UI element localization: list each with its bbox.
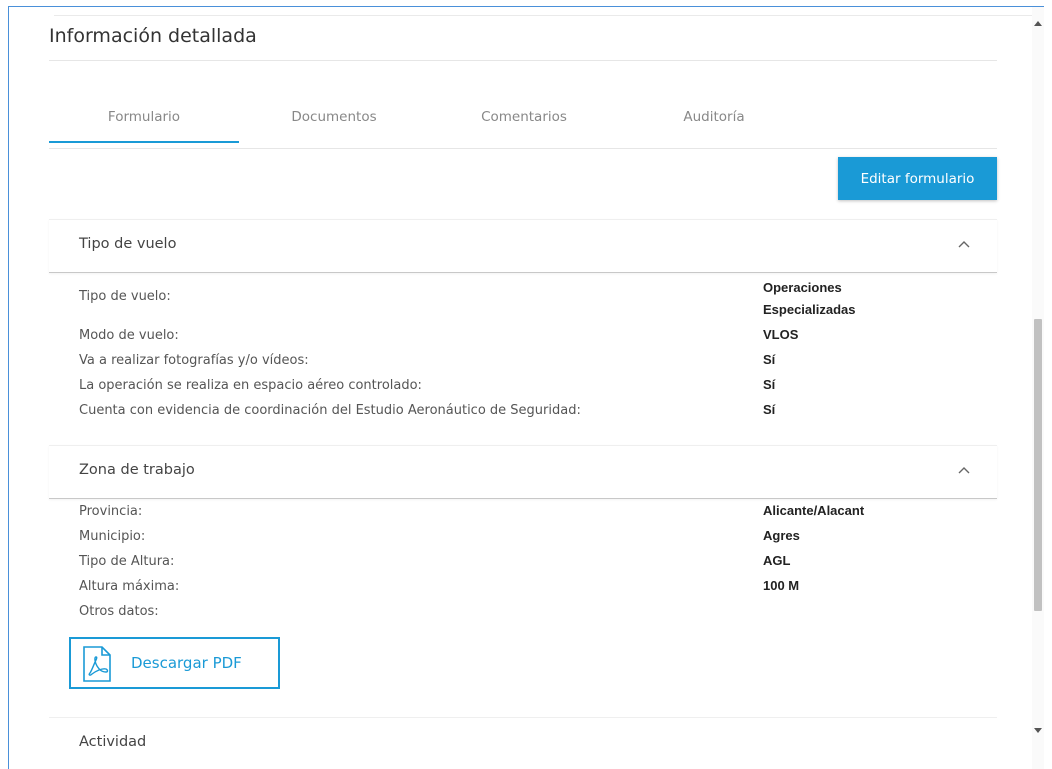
field-value: VLOS [763, 327, 799, 342]
field-value: Sí [763, 402, 776, 417]
scroll-up-icon[interactable] [1034, 21, 1042, 26]
section-title: Zona de trabajo [79, 462, 195, 478]
chevron-up-icon[interactable] [957, 464, 971, 478]
tab-comentarios[interactable]: Comentarios [429, 109, 619, 125]
field-value: Alicante/Alacant [763, 503, 865, 518]
edit-form-button[interactable]: Editar formulario [838, 157, 997, 200]
scroll-thumb[interactable] [1034, 319, 1042, 611]
field-value: 100 M [763, 578, 800, 593]
tab-auditoria[interactable]: Auditoría [619, 109, 809, 125]
field-label: Tipo de Altura: [79, 554, 175, 569]
field-value: Agres [763, 528, 800, 543]
field-value: AGL [763, 553, 791, 568]
download-pdf-label: Descargar PDF [131, 654, 242, 672]
section-header-zona-trabajo[interactable]: Zona de trabajo [49, 445, 997, 499]
panel-title: Información detallada [49, 25, 257, 47]
pdf-file-icon [83, 646, 111, 682]
tab-bar: Formulario Documentos Comentarios Audito… [49, 103, 997, 149]
field-label: Cuenta con evidencia de coordinación del… [79, 403, 581, 418]
field-label: Modo de vuelo: [79, 328, 179, 343]
field-value: Sí [763, 352, 776, 367]
scroll-down-icon[interactable] [1034, 728, 1042, 733]
section-title: Actividad [79, 734, 147, 750]
section-header-tipo-vuelo[interactable]: Tipo de vuelo [49, 219, 997, 273]
download-pdf-button[interactable]: Descargar PDF [69, 637, 280, 689]
top-divider [54, 15, 1044, 16]
field-value: Sí [763, 377, 776, 392]
field-label: Provincia: [79, 504, 143, 519]
section-header-actividad[interactable]: Actividad [49, 717, 997, 769]
content-frame: Información detallada Formulario Documen… [8, 6, 1044, 769]
field-label: Va a realizar fotografías y/o vídeos: [79, 353, 309, 368]
title-divider [49, 60, 997, 61]
tab-documentos[interactable]: Documentos [239, 109, 429, 125]
field-label: Otros datos: [79, 604, 159, 619]
tab-formulario[interactable]: Formulario [49, 109, 239, 143]
field-label: Altura máxima: [79, 579, 180, 594]
chevron-up-icon[interactable] [957, 238, 971, 252]
field-label: La operación se realiza en espacio aéreo… [79, 378, 422, 393]
vertical-scrollbar[interactable] [1032, 7, 1044, 769]
field-value: Operaciones Especializadas [763, 280, 856, 317]
section-title: Tipo de vuelo [79, 236, 177, 252]
field-label: Tipo de vuelo: [79, 289, 171, 304]
field-label: Municipio: [79, 529, 146, 544]
